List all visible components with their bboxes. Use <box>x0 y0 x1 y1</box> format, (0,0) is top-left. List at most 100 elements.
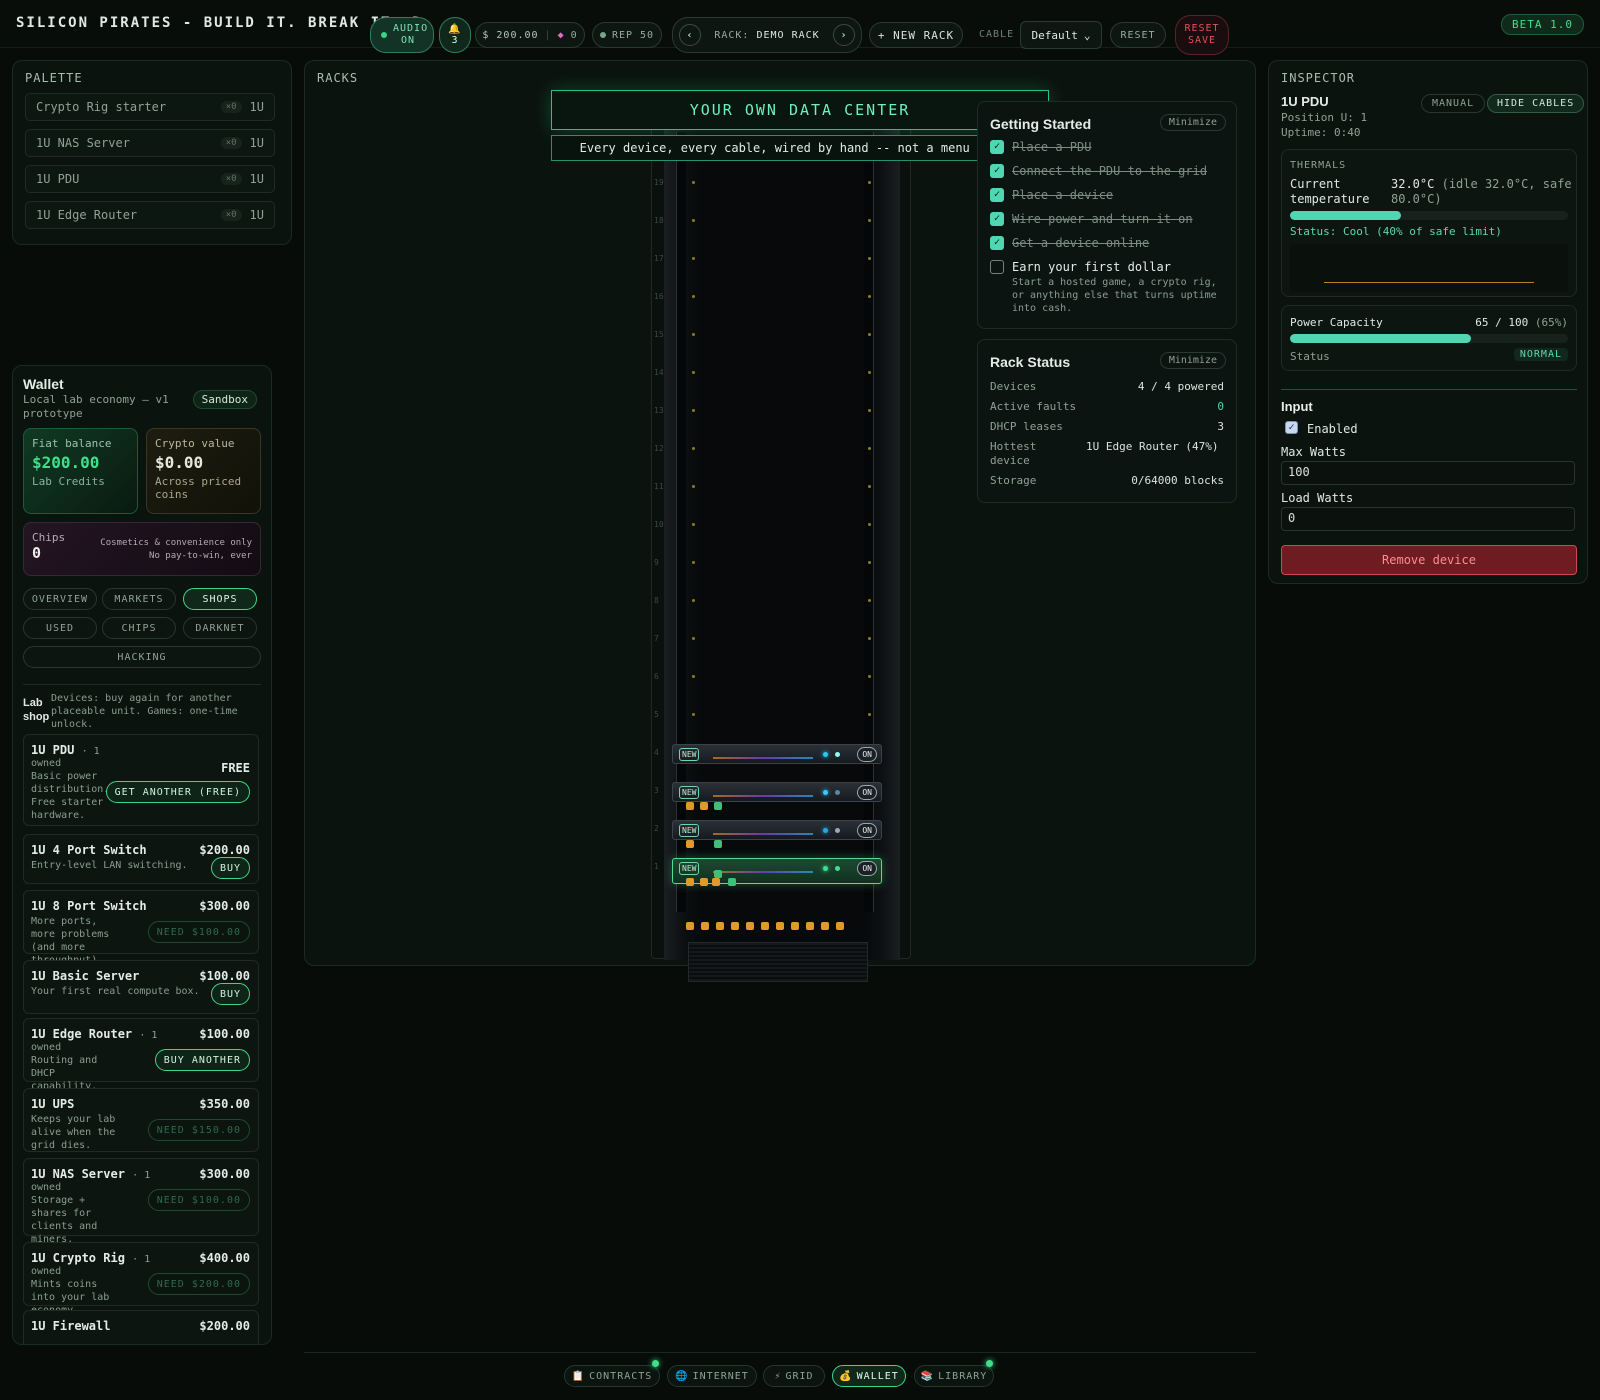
rack-device[interactable]: NEW ON <box>672 782 882 802</box>
shop-item-buy-button[interactable]: NEED $100.00 <box>147 1189 250 1211</box>
shop-item-buy-button[interactable]: NEED $200.00 <box>147 1273 250 1295</box>
dock-internet-button[interactable]: 🌐 INTERNET <box>667 1365 757 1387</box>
racks-panel: RACKS 19 18 17 16 15 14 13 12 11 10 9 8 7 6 5 4 3 2 1 NEW O… <box>304 60 1256 982</box>
cable-port-icon[interactable] <box>791 922 799 930</box>
cable-port-icon[interactable] <box>686 840 694 848</box>
shop-item-buy-button[interactable]: NEED $100.00 <box>147 921 250 943</box>
device-faceplate-stripe <box>713 757 813 759</box>
palette-item[interactable]: 1U NAS Server ×0 1U <box>25 129 275 157</box>
cable-port-icon[interactable] <box>761 922 769 930</box>
temperature-graph <box>1290 244 1568 292</box>
dock-grid-button[interactable]: ⚡ GRID <box>763 1365 825 1387</box>
dock-label: CONTRACTS <box>589 1370 653 1382</box>
getting-started-minimize-button[interactable]: Minimize <box>1159 114 1226 131</box>
rack-device[interactable]: NEW ON <box>672 744 882 764</box>
wallet-tab-overview[interactable]: OVERVIEW <box>23 588 97 610</box>
palette-item-meta: ×0 1U <box>220 136 264 150</box>
reset-button[interactable]: RESET <box>1110 22 1166 48</box>
palette-item[interactable]: Crypto Rig starter ×0 1U <box>25 93 275 121</box>
shop-item: 1U PDU · 1 owned Basic power distribution.… <box>23 734 259 826</box>
rack-unit-number: 17 <box>654 254 664 263</box>
shop-item-buy-button[interactable]: GET ANOTHER (FREE) <box>105 781 250 803</box>
cable-port-icon[interactable] <box>712 878 720 886</box>
prev-rack-icon[interactable]: ‹ <box>679 24 701 46</box>
network-cable-icon[interactable] <box>714 802 722 810</box>
cable-port-icon[interactable] <box>686 802 694 810</box>
dock-wallet-button[interactable]: 💰 WALLET <box>832 1365 906 1387</box>
wallet-tab-darknet[interactable]: DARKNET <box>183 617 257 639</box>
cable-port-icon[interactable] <box>686 922 694 930</box>
device-faceplate-stripe <box>713 871 813 873</box>
cable-port-icon[interactable] <box>746 922 754 930</box>
shop-item-buy-button[interactable]: BUY <box>210 983 250 1005</box>
enabled-checkbox[interactable]: ✓ <box>1285 421 1298 434</box>
dock-library-button[interactable]: 📚 LIBRARY <box>914 1365 994 1387</box>
wallet-tab-shops[interactable]: SHOPS <box>183 588 257 610</box>
next-rack-icon[interactable]: › <box>832 24 855 46</box>
rail-marker <box>692 447 695 450</box>
wallet-tab-used[interactable]: USED <box>23 617 97 639</box>
audio-toggle-button[interactable]: AUDIO ON <box>370 17 434 53</box>
shop-item-buy-button[interactable]: BUY <box>210 857 250 879</box>
max-watts-input[interactable]: 100 <box>1281 461 1575 485</box>
shop-item-owned: · 1 <box>132 1170 151 1181</box>
cable-port-icon[interactable] <box>836 922 844 930</box>
task-checkbox-checked[interactable]: ✓ <box>990 236 1004 250</box>
network-cable-icon[interactable] <box>714 840 722 848</box>
wallet-tab-chips[interactable]: CHIPS <box>102 617 176 639</box>
load-watts-input[interactable]: 0 <box>1281 507 1575 531</box>
cable-port-icon[interactable] <box>700 878 708 886</box>
device-power-toggle[interactable]: ON <box>857 747 877 762</box>
wallet-tab-hacking[interactable]: HACKING <box>23 646 261 668</box>
rack-device[interactable]: NEW ON <box>672 820 882 840</box>
rack-unit-number: 2 <box>654 824 659 833</box>
new-rack-button[interactable]: + NEW RACK <box>869 22 963 48</box>
task-checkbox-checked[interactable]: ✓ <box>990 188 1004 202</box>
task-description: Start a hosted game, a crypto rig, or an… <box>1012 277 1217 314</box>
palette-item[interactable]: 1U Edge Router ×0 1U <box>25 201 275 229</box>
shop-item-name: 1U Firewall <box>31 1319 110 1333</box>
wallet-tab-markets[interactable]: MARKETS <box>102 588 176 610</box>
shop-item-buy-button[interactable]: NEED $150.00 <box>147 1119 250 1141</box>
wallet-icon: 💰 <box>839 1370 853 1382</box>
cable-port-icon[interactable] <box>821 922 829 930</box>
cable-port-icon[interactable] <box>701 922 709 930</box>
palette-item[interactable]: 1U PDU ×0 1U <box>25 165 275 193</box>
task-checkbox-checked[interactable]: ✓ <box>990 164 1004 178</box>
task-checkbox-checked[interactable]: ✓ <box>990 212 1004 226</box>
cable-port-icon[interactable] <box>686 878 694 886</box>
shop-item-price: FREE <box>221 761 250 775</box>
cable-port-icon[interactable] <box>731 922 739 930</box>
rack-status-minimize-button[interactable]: Minimize <box>1159 352 1226 369</box>
rack-unit-number: 19 <box>654 178 664 187</box>
shop-item-owned: · 1 <box>81 746 100 757</box>
task-checkbox-checked[interactable]: ✓ <box>990 140 1004 154</box>
manual-button[interactable]: MANUAL <box>1421 94 1486 113</box>
cable-port-icon[interactable] <box>806 922 814 930</box>
cable-select[interactable]: Default ⌄ <box>1020 21 1102 49</box>
input-section-title: Input <box>1281 399 1313 414</box>
device-power-toggle[interactable]: ON <box>857 785 877 800</box>
notifications-button[interactable]: 🔔 3 <box>439 17 471 53</box>
dock-contracts-button[interactable]: 📋 CONTRACTS <box>564 1365 660 1387</box>
network-cable-icon[interactable] <box>728 878 736 886</box>
rail-marker <box>692 485 695 488</box>
remove-device-button[interactable]: Remove device <box>1281 545 1577 575</box>
device-new-tag: NEW <box>679 862 700 875</box>
device-power-toggle[interactable]: ON <box>857 823 877 838</box>
network-cable-icon[interactable] <box>714 870 722 878</box>
sandbox-badge: Sandbox <box>192 390 257 409</box>
rack-unit-number: 12 <box>654 444 664 453</box>
shop-item-buy-button[interactable]: BUY ANOTHER <box>154 1049 250 1071</box>
shop-item: 1U 4 Port Switch Entry-level LAN switchin… <box>23 834 259 884</box>
device-power-toggle[interactable]: ON <box>857 861 877 876</box>
reset-save-button[interactable]: RESET SAVE <box>1175 15 1229 55</box>
hide-cables-button[interactable]: HIDE CABLES <box>1487 94 1585 113</box>
task-checkbox[interactable] <box>990 260 1004 274</box>
cable-port-icon[interactable] <box>700 802 708 810</box>
rail-marker <box>692 333 695 336</box>
palette-item-meta: ×0 1U <box>220 172 264 186</box>
cable-port-icon[interactable] <box>776 922 784 930</box>
rail-marker <box>692 371 695 374</box>
cable-port-icon[interactable] <box>716 922 724 930</box>
